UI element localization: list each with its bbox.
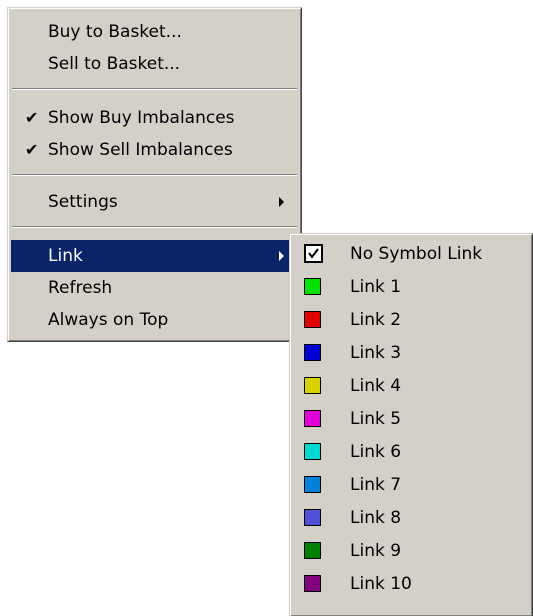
- link-submenu: No Symbol Link Link 1 Link 2 Link 3 Link…: [289, 233, 533, 616]
- menu-item-refresh[interactable]: Refresh: [11, 272, 298, 304]
- submenu-item-label: Link 9: [350, 541, 402, 561]
- submenu-item-link-1[interactable]: Link 1: [293, 271, 529, 304]
- submenu-item-link-3[interactable]: Link 3: [293, 337, 529, 370]
- checkbox-checked-icon: [304, 244, 323, 263]
- submenu-item-label: Link 1: [350, 277, 402, 297]
- submenu-arrow-icon: [279, 197, 284, 207]
- submenu-arrow-icon: [279, 251, 284, 261]
- menu-item-buy-to-basket[interactable]: Buy to Basket...: [11, 16, 298, 48]
- submenu-item-link-4[interactable]: Link 4: [293, 370, 529, 403]
- menu-item-sell-to-basket[interactable]: Sell to Basket...: [11, 48, 298, 80]
- color-swatch-icon: [304, 311, 321, 328]
- submenu-item-link-2[interactable]: Link 2: [293, 304, 529, 337]
- menu-item-label: Show Buy Imbalances: [48, 108, 235, 128]
- submenu-item-link-9[interactable]: Link 9: [293, 535, 529, 568]
- color-swatch-icon: [304, 410, 321, 427]
- color-swatch-icon: [304, 443, 321, 460]
- color-swatch-icon: [304, 344, 321, 361]
- submenu-item-link-10[interactable]: Link 10: [293, 568, 529, 601]
- menu-separator: [12, 174, 297, 176]
- submenu-item-label: Link 5: [350, 409, 402, 429]
- submenu-item-link-8[interactable]: Link 8: [293, 502, 529, 535]
- submenu-item-label: Link 8: [350, 508, 402, 528]
- menu-separator: [12, 88, 297, 90]
- menu-item-label: Sell to Basket...: [48, 54, 181, 74]
- submenu-item-label: Link 2: [350, 310, 402, 330]
- color-swatch-icon: [304, 377, 321, 394]
- menu-item-label: Buy to Basket...: [48, 22, 182, 42]
- color-swatch-icon: [304, 509, 321, 526]
- color-swatch-icon: [304, 575, 321, 592]
- menu-separator: [12, 226, 297, 228]
- menu-item-link[interactable]: Link: [11, 240, 298, 272]
- menu-item-settings[interactable]: Settings: [11, 186, 298, 218]
- check-mark-icon: ✔: [25, 108, 39, 127]
- submenu-item-link-7[interactable]: Link 7: [293, 469, 529, 502]
- submenu-item-label: No Symbol Link: [350, 244, 483, 264]
- submenu-item-label: Link 10: [350, 574, 412, 594]
- submenu-item-link-6[interactable]: Link 6: [293, 436, 529, 469]
- menu-item-show-sell-imbalances[interactable]: ✔ Show Sell Imbalances: [11, 134, 298, 166]
- context-menu: Buy to Basket... Sell to Basket... ✔ Sho…: [7, 7, 302, 342]
- submenu-item-no-symbol-link[interactable]: No Symbol Link: [293, 238, 529, 271]
- menu-item-label: Link: [48, 246, 83, 266]
- color-swatch-icon: [304, 278, 321, 295]
- color-swatch-icon: [304, 476, 321, 493]
- color-swatch-icon: [304, 542, 321, 559]
- submenu-item-label: Link 6: [350, 442, 402, 462]
- menu-item-always-on-top[interactable]: Always on Top: [11, 304, 298, 336]
- submenu-item-link-5[interactable]: Link 5: [293, 403, 529, 436]
- submenu-item-label: Link 4: [350, 376, 402, 396]
- submenu-item-label: Link 3: [350, 343, 402, 363]
- check-mark-icon: ✔: [25, 140, 39, 159]
- menu-item-label: Always on Top: [48, 310, 169, 330]
- menu-item-show-buy-imbalances[interactable]: ✔ Show Buy Imbalances: [11, 102, 298, 134]
- menu-item-label: Refresh: [48, 278, 113, 298]
- submenu-item-label: Link 7: [350, 475, 402, 495]
- menu-item-label: Show Sell Imbalances: [48, 140, 233, 160]
- menu-item-label: Settings: [48, 192, 118, 212]
